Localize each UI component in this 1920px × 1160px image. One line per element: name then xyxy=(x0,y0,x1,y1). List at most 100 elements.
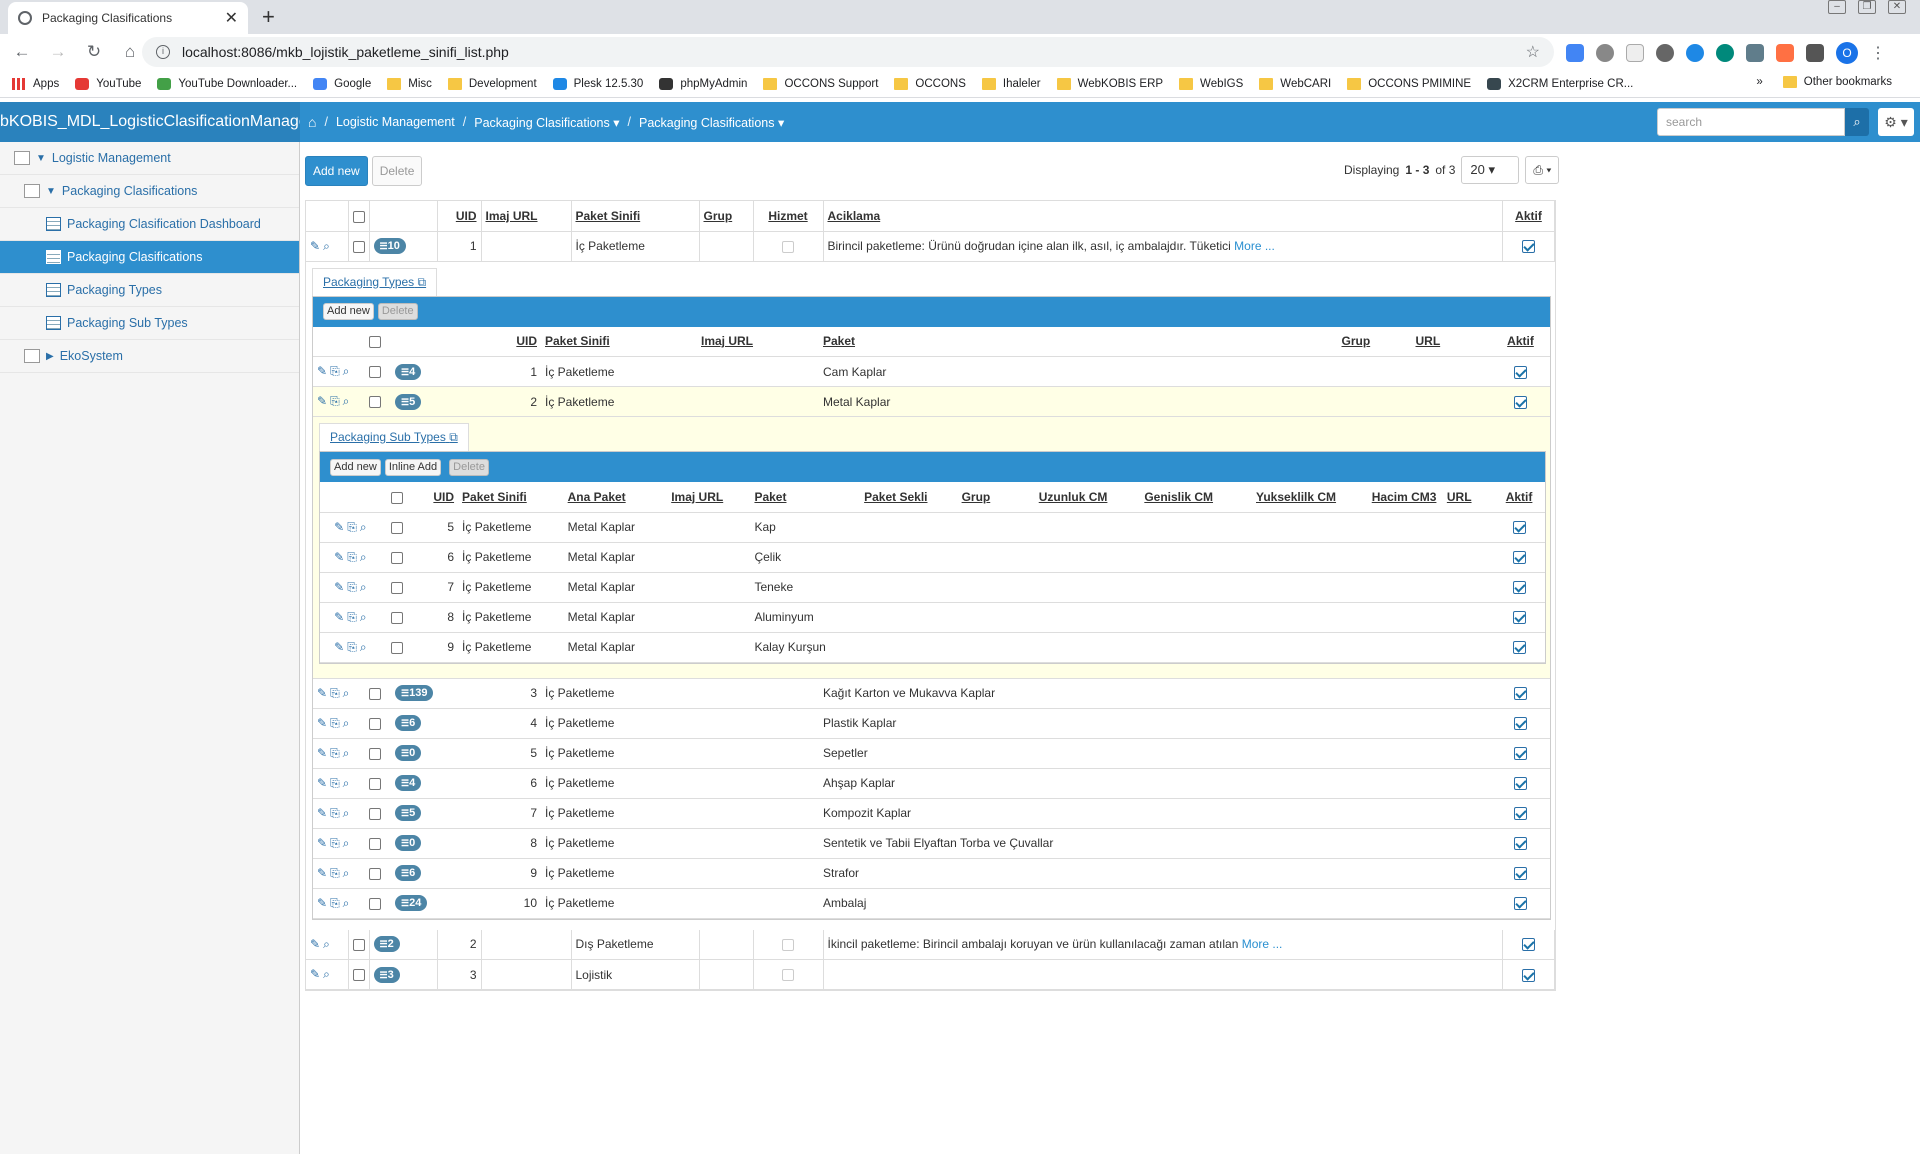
table-row[interactable]: ✎⎘⌕ 139 3İç Paketleme Kağıt Karton ve Mukav… xyxy=(313,678,1550,709)
back-icon[interactable]: ← xyxy=(8,42,36,62)
edit-icon[interactable]: ✎ xyxy=(317,364,327,378)
table-row[interactable]: ✎⎘⌕ 6 4İç Paketleme Plastik Kaplar xyxy=(313,708,1550,739)
orange-extension-icon[interactable] xyxy=(1776,44,1794,62)
copy-icon[interactable]: ⎘ xyxy=(330,776,340,790)
add-new-button[interactable]: Add new xyxy=(305,156,368,186)
subtypes-col-8[interactable]: Genislik CM xyxy=(1140,482,1252,513)
col-paket-sinifi[interactable]: Paket Sinifi xyxy=(571,201,700,232)
details-count-badge[interactable]: 6 xyxy=(395,865,422,881)
row-checkbox[interactable] xyxy=(390,611,403,624)
table-row[interactable]: ✎⎘⌕ 0 5İç Paketleme Sepetler xyxy=(313,738,1550,769)
bookmark-star-icon[interactable]: ☆ xyxy=(1526,42,1540,62)
table-row[interactable]: ✎⎘⌕ 4 1İç Paketleme Cam Kaplar xyxy=(313,356,1550,387)
reload-icon[interactable]: ↻ xyxy=(80,42,108,62)
subtypes-col-3[interactable]: Imaj URL xyxy=(667,482,751,513)
edit-icon[interactable]: ✎ xyxy=(317,686,327,700)
bookmark-item[interactable]: Plesk 12.5.30 xyxy=(552,77,643,90)
home-icon[interactable]: ⌂ xyxy=(308,114,316,130)
bookmark-item[interactable]: Google xyxy=(313,77,371,90)
edit-icon[interactable]: ✎ xyxy=(317,836,327,850)
sidebar-item-packaging-clasifications-group[interactable]: ▼ Packaging Clasifications xyxy=(0,175,299,208)
table-row[interactable]: ✎⎘⌕ 5 7İç Paketleme Kompozit Kaplar xyxy=(313,798,1550,829)
search-input[interactable]: search xyxy=(1657,108,1845,136)
subtypes-delete-button[interactable]: Delete xyxy=(449,458,489,476)
copy-icon[interactable]: ⎘ xyxy=(347,520,357,534)
tab-packaging-types[interactable]: Packaging Types ⧉ xyxy=(312,267,438,296)
subtypes-col-1[interactable]: Paket Sinifi xyxy=(458,482,564,513)
row-checkbox[interactable] xyxy=(369,807,381,820)
bookmark-item[interactable]: YouTube xyxy=(75,77,141,90)
settings-button[interactable]: ⚙ ▾ xyxy=(1878,108,1914,136)
details-count-badge[interactable]: 6 xyxy=(395,715,422,731)
table-row[interactable]: ✎⎘⌕ 24 10İç Paketleme Ambalaj xyxy=(313,888,1550,919)
subtypes-col-9[interactable]: Yukseklilk CM xyxy=(1252,482,1368,513)
delete-button[interactable]: Delete xyxy=(371,156,423,186)
row-checkbox[interactable] xyxy=(369,687,381,700)
table-row[interactable]: ✎ ⎘ ⌕ 5 İç Paketleme Metal Kaplar Kap xyxy=(320,512,1545,543)
view-icon[interactable]: ⌕ xyxy=(360,520,367,534)
search-button[interactable]: ⌕ xyxy=(1845,108,1869,136)
subtypes-col-12[interactable]: Aktif xyxy=(1493,482,1545,513)
details-count-badge[interactable]: 2 xyxy=(373,936,400,953)
restore-icon[interactable]: ❐ xyxy=(1858,0,1876,14)
row-checkbox[interactable] xyxy=(390,641,403,654)
types-col-aktif[interactable]: Aktif xyxy=(1491,326,1550,357)
subtypes-col-0[interactable]: UID xyxy=(417,482,459,513)
view-icon[interactable]: ⌕ xyxy=(360,640,367,654)
print-button[interactable]: ⎙ ▾ xyxy=(1525,156,1560,184)
types-col-imaj-url[interactable]: Imaj URL xyxy=(697,326,819,357)
row-checkbox[interactable] xyxy=(369,897,381,910)
browser-menu-icon[interactable]: ⋮ xyxy=(1870,43,1886,63)
tab-packaging-sub-types[interactable]: Packaging Sub Types ⧉ xyxy=(319,423,469,451)
puzzle-extensions-icon[interactable] xyxy=(1806,44,1824,62)
edit-icon[interactable]: ✎ xyxy=(317,896,327,910)
view-icon[interactable]: ⌕ xyxy=(343,716,350,730)
view-icon[interactable]: ⌕ xyxy=(360,550,367,564)
bookmark-item[interactable]: Apps xyxy=(12,77,59,90)
bookmark-item[interactable]: WebKOBIS ERP xyxy=(1056,77,1163,90)
loop-extension-icon[interactable] xyxy=(1686,44,1704,62)
bookmark-item[interactable]: Ihaleler xyxy=(981,77,1041,90)
edit-icon[interactable]: ✎ xyxy=(310,239,320,253)
edit-icon[interactable]: ✎ xyxy=(317,806,327,820)
row-checkbox[interactable] xyxy=(369,396,381,409)
col-hizmet[interactable]: Hizmet xyxy=(753,201,824,232)
view-icon[interactable]: ⌕ xyxy=(360,580,367,594)
view-icon[interactable]: ⌕ xyxy=(343,806,350,820)
subtypes-col-7[interactable]: Uzunluk CM xyxy=(1034,482,1141,513)
table-row[interactable]: ✎ ⎘ ⌕ 8 İç Paketleme Metal Kaplar Aluminyum xyxy=(320,602,1545,633)
browser-tab[interactable]: Packaging Clasifications ✕ xyxy=(8,2,248,34)
view-icon[interactable]: ⌕ xyxy=(323,937,330,951)
table-row[interactable]: ✎⎘⌕ 5 2İç Paketleme Metal Kaplar xyxy=(313,386,1550,417)
view-icon[interactable]: ⌕ xyxy=(323,239,330,253)
details-count-badge[interactable]: 24 xyxy=(395,895,428,911)
types-col-uid[interactable]: UID xyxy=(501,326,541,357)
bookmark-item[interactable]: WebIGS xyxy=(1179,77,1243,90)
circle-extension-icon[interactable] xyxy=(1716,44,1734,62)
edit-icon[interactable]: ✎ xyxy=(310,967,320,981)
row-checkbox[interactable] xyxy=(369,366,381,379)
details-count-badge[interactable]: 5 xyxy=(395,393,422,410)
view-icon[interactable]: ⌕ xyxy=(343,866,350,880)
copy-icon[interactable]: ⎘ xyxy=(330,686,340,700)
types-add-new-button[interactable]: Add new xyxy=(323,303,374,320)
row-checkbox[interactable] xyxy=(369,867,381,880)
bookmark-item[interactable]: YouTube Downloader... xyxy=(157,77,297,90)
col-aciklama[interactable]: Aciklama xyxy=(823,201,1503,232)
bookmark-item[interactable]: Misc xyxy=(387,77,432,90)
app-brand[interactable]: bKOBIS_MDL_LogisticClasificationManagem xyxy=(0,102,300,142)
collapsed-caret-icon[interactable]: ▶ xyxy=(46,351,54,362)
view-icon[interactable]: ⌕ xyxy=(343,686,350,700)
view-icon[interactable]: ⌕ xyxy=(343,836,350,850)
table-row[interactable]: ✎⌕ 10 1 İç Paketleme Birincil paketleme:… xyxy=(306,231,1555,262)
table-row[interactable]: ✎⎘⌕ 0 8İç Paketleme Sentetik ve Tabii Elyaf… xyxy=(313,828,1550,859)
details-count-badge[interactable]: 3 xyxy=(373,966,400,983)
close-tab-icon[interactable]: ✕ xyxy=(225,8,238,28)
edit-icon[interactable]: ✎ xyxy=(317,776,327,790)
types-col-url[interactable]: URL xyxy=(1411,326,1492,357)
subtypes-col-4[interactable]: Paket xyxy=(750,482,861,513)
col-aktif[interactable]: Aktif xyxy=(1502,201,1555,232)
copy-icon[interactable]: ⎘ xyxy=(330,806,340,820)
copy-icon[interactable]: ⎘ xyxy=(347,610,357,624)
page-size-select[interactable]: 20 ▾ xyxy=(1461,156,1520,184)
